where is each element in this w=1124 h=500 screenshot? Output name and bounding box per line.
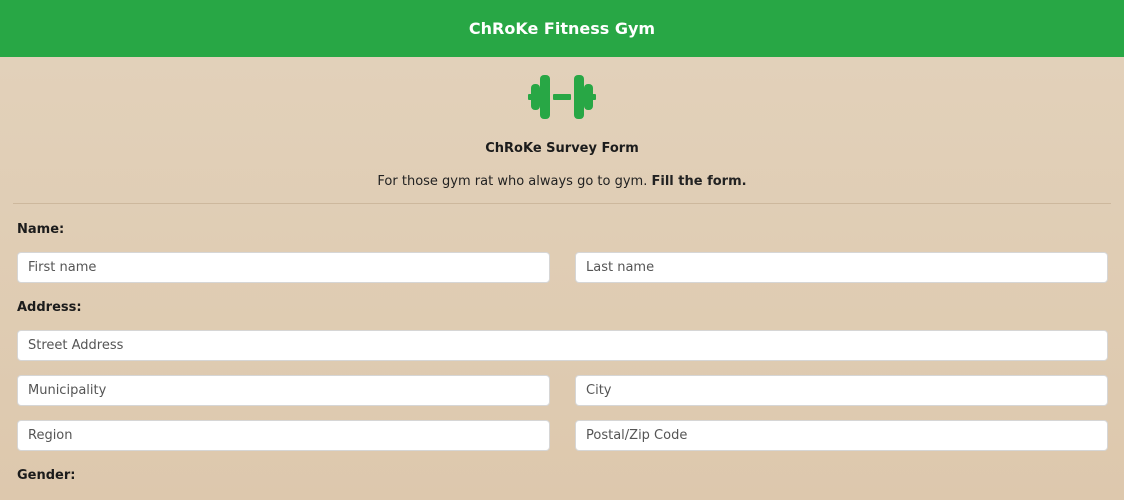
first-name-input[interactable]	[17, 252, 550, 283]
municipality-input[interactable]	[17, 375, 550, 406]
last-name-input[interactable]	[575, 252, 1108, 283]
subtitle-text: For those gym rat who always go to gym.	[377, 174, 648, 189]
dumbbell-icon	[528, 75, 596, 119]
address-label: Address:	[17, 300, 82, 315]
form-subtitle: For those gym rat who always go to gym. …	[0, 174, 1124, 189]
app-header: ChRoKe Fitness Gym	[0, 0, 1124, 57]
form-title: ChRoKe Survey Form	[485, 141, 639, 156]
city-input[interactable]	[575, 375, 1108, 406]
street-address-input[interactable]	[17, 330, 1108, 361]
app-title: ChRoKe Fitness Gym	[468, 19, 656, 38]
subtitle-emphasis: Fill the form.	[651, 174, 747, 189]
name-label: Name:	[17, 222, 65, 237]
survey-page: ChRoKe Survey Form For those gym rat who…	[0, 57, 1124, 500]
postal-code-input[interactable]	[575, 420, 1108, 451]
divider	[13, 203, 1111, 204]
gender-label: Gender:	[17, 468, 76, 483]
region-input[interactable]	[17, 420, 550, 451]
